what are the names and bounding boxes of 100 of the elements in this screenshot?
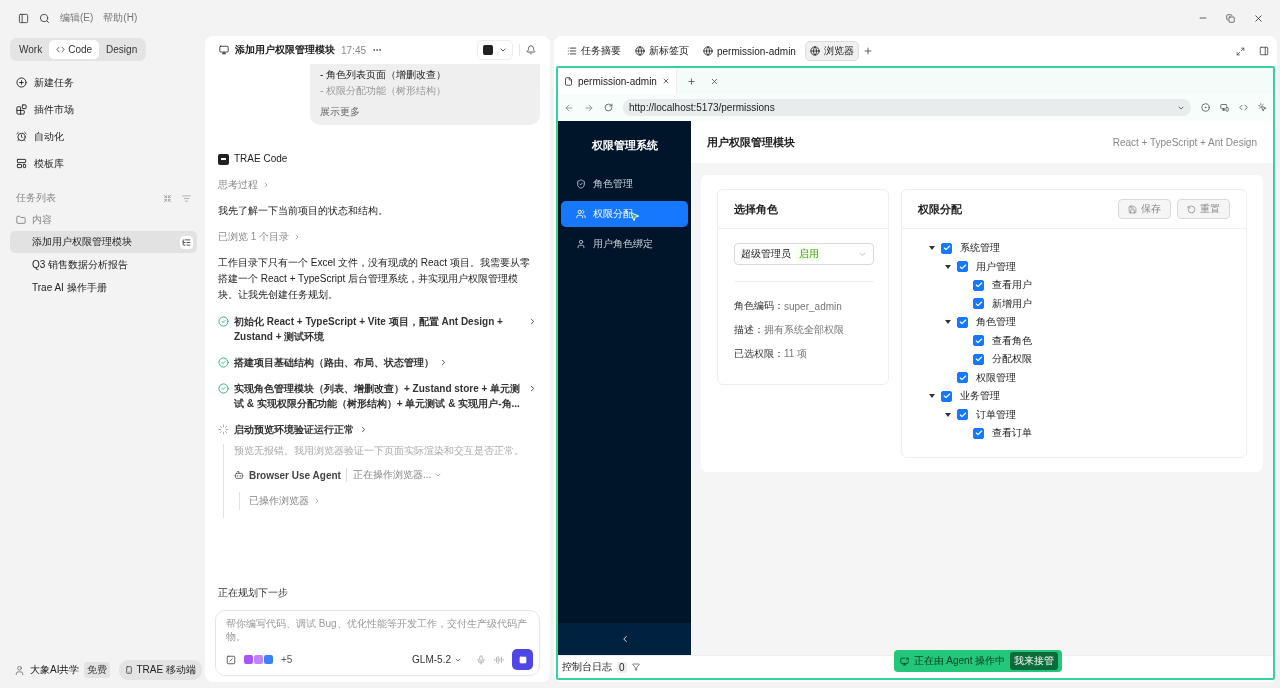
sidebar-toggle-icon[interactable] <box>18 12 29 24</box>
mobile-button[interactable]: TRAE 移动端 <box>119 660 202 680</box>
close-icon[interactable] <box>1253 12 1264 24</box>
caret-icon[interactable] <box>944 264 951 269</box>
app-menu-item[interactable]: 用户角色绑定 <box>561 231 688 257</box>
collapsed-section[interactable]: 思考过程 <box>218 178 270 192</box>
field-label: 描述： <box>734 323 764 337</box>
panel-toggle-icon[interactable] <box>1259 46 1269 56</box>
tree-node-label: 分配权限 <box>992 352 1032 367</box>
collapsed-section[interactable]: 已浏览 1 个目录 <box>218 230 302 244</box>
task-item[interactable]: Q3 销售数据分析报告 <box>10 254 197 276</box>
checkbox[interactable] <box>973 335 984 347</box>
command-icon[interactable] <box>226 654 236 665</box>
reset-icon <box>1187 204 1196 214</box>
nav-item[interactable]: 自动化 <box>10 123 70 150</box>
caret-icon[interactable] <box>944 320 951 325</box>
chat-title: 添加用户权限管理模块 <box>235 43 335 57</box>
task-step: 启动预览环境验证运行正常 <box>234 422 354 437</box>
workspace-tab[interactable]: 任务摘要 <box>562 41 626 61</box>
list-tree-icon[interactable] <box>180 235 193 249</box>
checkbox[interactable] <box>973 279 984 291</box>
task-item[interactable]: Trae AI 操作手册 <box>10 277 197 299</box>
browser-tab[interactable]: permission-admin <box>558 68 677 94</box>
chevron-right-icon[interactable] <box>528 317 537 326</box>
task-item[interactable]: 添加用户权限管理模块 <box>10 231 197 253</box>
chevron-down-icon <box>434 471 443 479</box>
tree-node-label: 新增用户 <box>992 296 1032 311</box>
filter-icon[interactable] <box>631 663 640 671</box>
chevron-right-icon <box>262 181 270 189</box>
search-icon[interactable] <box>39 12 50 24</box>
nav-item[interactable]: 插件市场 <box>10 96 80 123</box>
add-tab-icon[interactable] <box>862 46 873 56</box>
task-step: 实现角色管理模块（列表、增删改查）+ Zustand store + 单元测试 & 实现权限分配功能（树形结构）+ 单元测试 & 实现用户-角... <box>234 381 523 411</box>
tool-result[interactable]: 已操作浏览器 <box>249 494 321 508</box>
new-tab-icon[interactable] <box>686 76 696 86</box>
show-more-link[interactable]: 展示更多 <box>320 105 360 119</box>
checkbox[interactable] <box>973 298 984 310</box>
nav-item[interactable]: 模板库 <box>10 150 70 177</box>
chevron-right-icon[interactable] <box>528 384 537 393</box>
checkbox[interactable] <box>941 242 952 254</box>
close-tab-icon[interactable] <box>661 77 670 85</box>
checkbox[interactable] <box>957 316 968 328</box>
app-menu-item[interactable]: 权限分配 <box>561 201 688 227</box>
caret-icon[interactable] <box>944 412 951 417</box>
record-icon[interactable] <box>1201 103 1210 112</box>
bell-icon[interactable] <box>526 45 536 55</box>
tree-node-label: 系统管理 <box>960 241 1000 256</box>
workspace-tab[interactable]: 新标签页 <box>630 41 694 61</box>
code-icon[interactable] <box>1239 103 1248 112</box>
menu-item[interactable]: 帮助(H) <box>103 11 138 25</box>
devices-icon[interactable] <box>1220 103 1229 112</box>
mode-tab[interactable]: Code <box>49 40 100 59</box>
chevron-right-icon[interactable] <box>359 425 368 434</box>
tool-status[interactable]: 正在操作浏览器... <box>345 468 443 482</box>
checkbox[interactable] <box>973 427 984 439</box>
blocks-icon <box>16 104 27 115</box>
restore-icon[interactable] <box>1226 13 1235 23</box>
nav-item[interactable]: 新建任务 <box>10 69 80 96</box>
checkbox[interactable] <box>973 353 984 365</box>
terminal-dropdown[interactable] <box>477 40 513 60</box>
role-select[interactable]: 超级管理员 启用 <box>734 243 874 265</box>
workspace-tab[interactable]: 浏览器 <box>804 41 859 61</box>
folder-icon <box>16 215 26 225</box>
shield-icon <box>576 179 586 189</box>
agent-name: TRAE Code <box>234 152 288 166</box>
model-selector[interactable]: GLM-5.2 <box>406 653 468 666</box>
pointer-icon[interactable] <box>1258 103 1267 112</box>
menu-item[interactable]: 编辑(E) <box>60 11 94 25</box>
agent-logo-icon <box>218 153 229 165</box>
page-title: 用户权限管理模块 <box>707 134 795 150</box>
collapse-icon[interactable] <box>163 193 172 203</box>
checkbox[interactable] <box>957 261 968 273</box>
checkbox[interactable] <box>957 409 968 421</box>
reload-icon[interactable] <box>604 103 613 112</box>
workspace-tab[interactable]: permission-admin <box>698 41 801 61</box>
users-icon <box>576 209 586 219</box>
plus-circle-icon <box>16 77 27 88</box>
screen-icon <box>899 656 909 666</box>
url-field[interactable]: http://localhost:5173/permissions <box>623 99 1191 116</box>
take-over-button[interactable]: 我来接管 <box>1010 652 1059 670</box>
mode-tab[interactable]: Work <box>12 40 50 59</box>
mode-tab[interactable]: Design <box>99 40 145 59</box>
user-icon <box>576 239 586 249</box>
tree-node-label: 角色管理 <box>976 315 1016 330</box>
field-value: 拥有系统全部权限 <box>764 323 844 337</box>
back-icon[interactable] <box>564 102 574 113</box>
folder-label: 内容 <box>32 213 52 227</box>
chevron-right-icon[interactable] <box>439 358 448 367</box>
checkbox[interactable] <box>957 372 968 384</box>
close-icon[interactable] <box>709 76 719 86</box>
app-menu-item[interactable]: 角色管理 <box>561 171 688 197</box>
expand-icon[interactable] <box>1236 46 1245 56</box>
alarm-clock-icon <box>16 131 27 142</box>
globe-icon <box>809 46 820 56</box>
caret-icon[interactable] <box>928 394 935 399</box>
forward-icon[interactable] <box>584 102 594 113</box>
caret-icon[interactable] <box>928 246 935 251</box>
checkbox[interactable] <box>941 390 952 402</box>
console-label[interactable]: 控制台日志 <box>562 660 612 674</box>
stop-button[interactable] <box>512 649 533 670</box>
